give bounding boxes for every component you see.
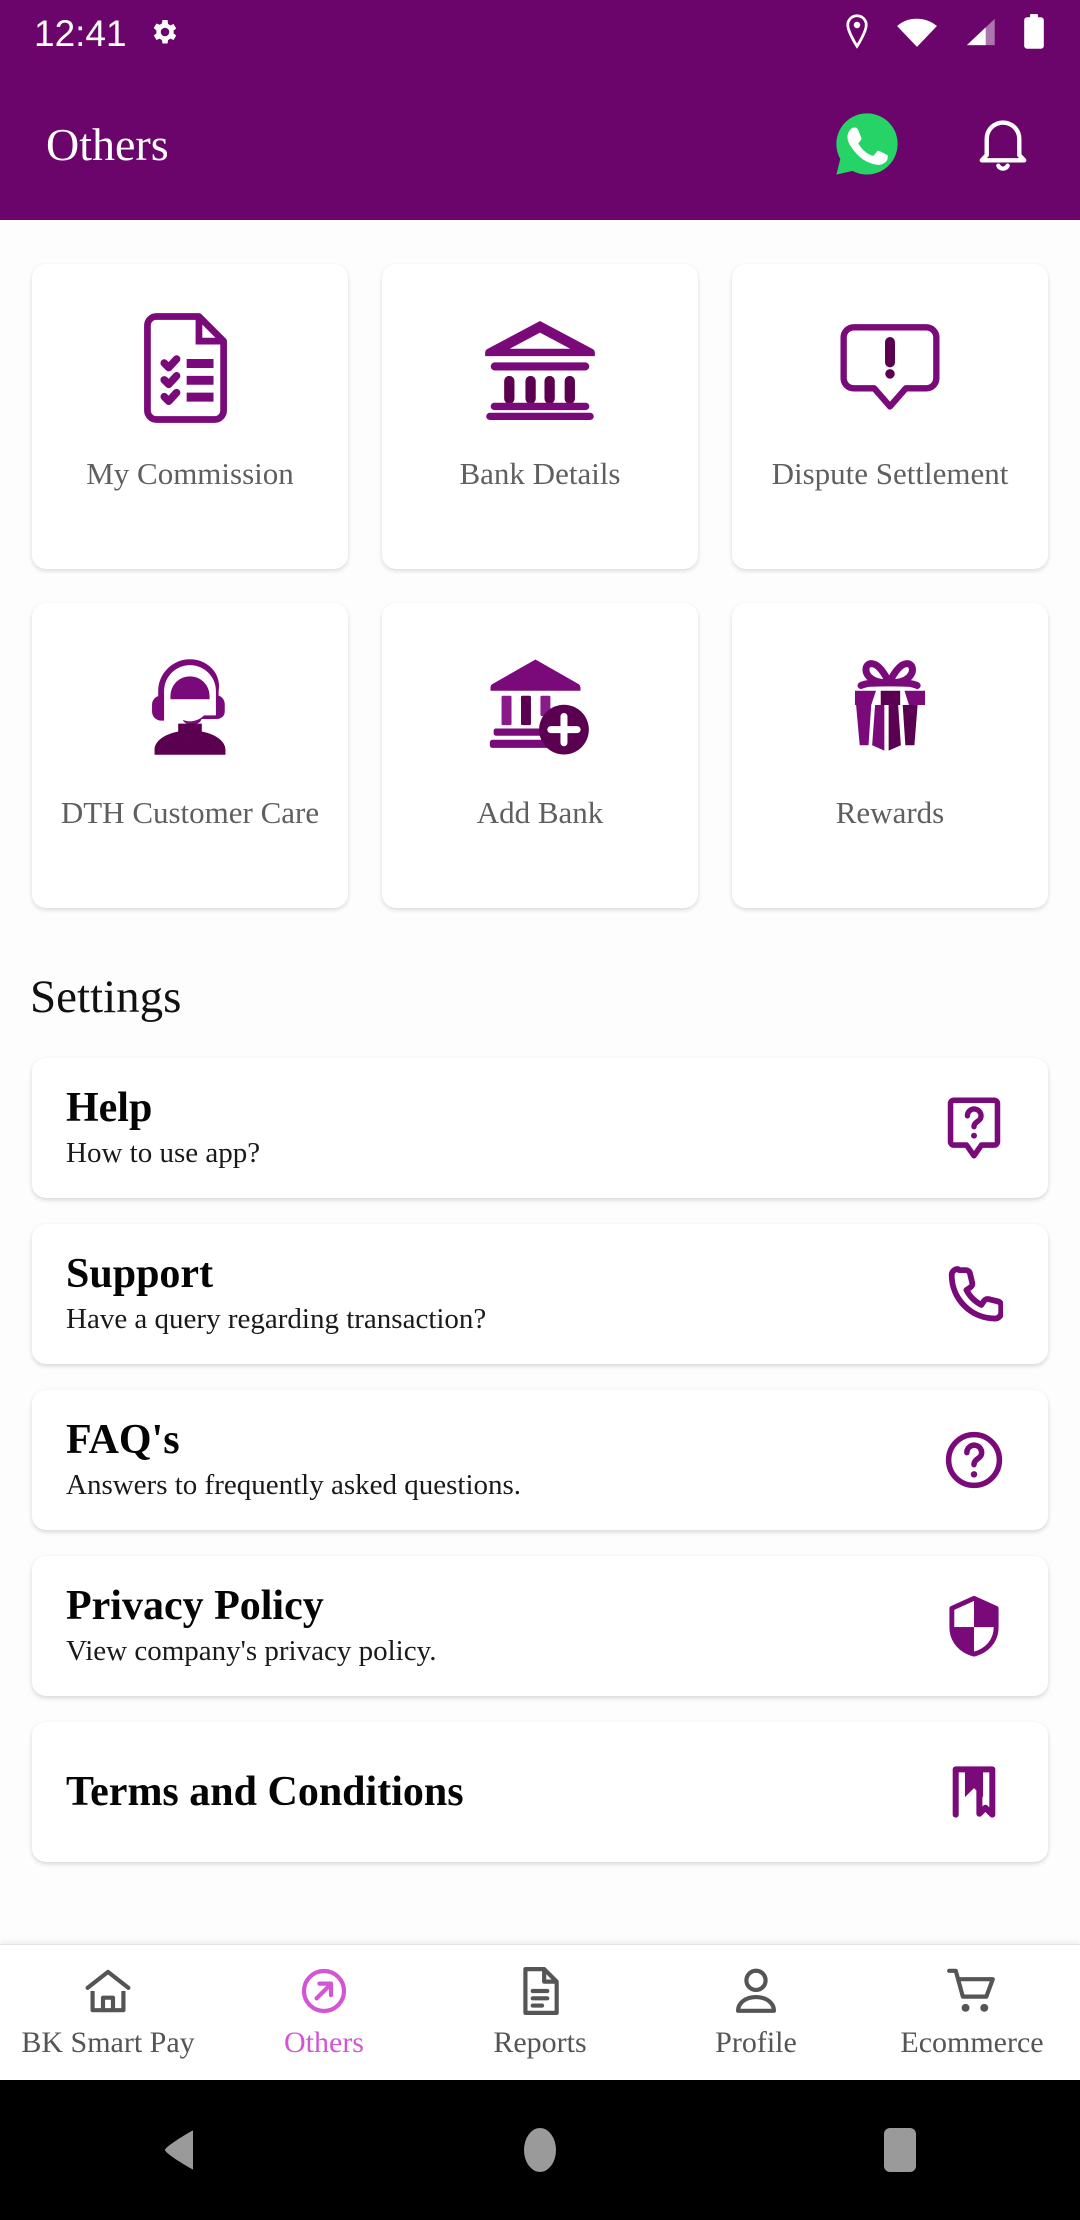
nav-label: Reports xyxy=(493,2025,587,2059)
status-clock: 12:41 xyxy=(34,13,127,54)
location-pin-icon xyxy=(842,13,872,56)
card-texts: Help How to use app? xyxy=(66,1086,260,1170)
quick-actions-grid: My Commission Bank Details Dispute Settl… xyxy=(0,220,1080,908)
bank-add-icon xyxy=(485,647,595,767)
card-texts: Terms and Conditions xyxy=(66,1770,464,1814)
gift-box-icon xyxy=(838,647,942,767)
settings-item-help[interactable]: Help How to use app? xyxy=(32,1058,1048,1198)
card-texts: FAQ's Answers to frequently asked questi… xyxy=(66,1418,521,1502)
settings-item-faqs[interactable]: FAQ's Answers to frequently asked questi… xyxy=(32,1390,1048,1530)
android-back-button[interactable] xyxy=(120,2128,240,2172)
card-title: Support xyxy=(66,1250,214,1297)
card-subtitle: Have a query regarding transaction? xyxy=(66,1303,487,1336)
settings-heading: Settings xyxy=(30,971,182,1023)
card-title: Help xyxy=(66,1084,153,1131)
phone-handset-icon xyxy=(942,1262,1006,1326)
status-bar-left: 12:41 xyxy=(34,13,181,55)
card-subtitle: View company's privacy policy. xyxy=(66,1635,437,1668)
nav-label: Ecommerce xyxy=(900,2025,1044,2059)
wifi-icon xyxy=(896,16,938,53)
nav-label: BK Smart Pay xyxy=(21,2025,195,2059)
app-bar: Others xyxy=(0,68,1080,220)
shopping-cart-icon xyxy=(946,1966,998,2016)
tile-label: Dispute Settlement xyxy=(771,456,1009,491)
card-texts: Privacy Policy View company's privacy po… xyxy=(66,1584,436,1668)
question-circle-icon xyxy=(942,1428,1006,1492)
nav-item-reports[interactable]: Reports xyxy=(432,1966,648,2060)
tile-label: Add Bank xyxy=(476,795,604,830)
battery-icon xyxy=(1022,13,1046,55)
tile-add-bank[interactable]: Add Bank xyxy=(382,603,698,908)
help-bubble-question-icon xyxy=(942,1096,1006,1160)
bank-building-icon xyxy=(484,308,596,428)
tile-dth-customer-care[interactable]: DTH Customer Care xyxy=(32,603,348,908)
cellular-signal-icon xyxy=(962,16,998,53)
gear-icon xyxy=(149,16,181,53)
tile-bank-details[interactable]: Bank Details xyxy=(382,264,698,569)
page-title: Others xyxy=(46,118,169,170)
tile-label: My Commission xyxy=(86,456,294,491)
nav-label: Profile xyxy=(715,2025,797,2059)
tile-label: DTH Customer Care xyxy=(60,795,320,830)
android-home-button[interactable] xyxy=(480,2126,600,2174)
tile-label: Bank Details xyxy=(459,456,621,491)
card-subtitle: How to use app? xyxy=(66,1137,261,1170)
tile-rewards[interactable]: Rewards xyxy=(732,603,1048,908)
android-system-navigation xyxy=(0,2080,1080,2220)
tile-label: Rewards xyxy=(835,795,945,830)
notification-bell-icon[interactable] xyxy=(972,113,1034,175)
settings-item-privacy-policy[interactable]: Privacy Policy View company's privacy po… xyxy=(32,1556,1048,1696)
app-bar-actions xyxy=(832,109,1034,179)
whatsapp-icon[interactable] xyxy=(832,109,902,179)
document-checklist-icon xyxy=(139,308,241,428)
tile-dispute-settlement[interactable]: Dispute Settlement xyxy=(732,264,1048,569)
bottom-navigation: BK Smart Pay Others Reports Profile Ecom… xyxy=(0,1944,1080,2080)
nav-item-profile[interactable]: Profile xyxy=(648,1966,864,2060)
status-bar-right xyxy=(842,13,1046,56)
bookmark-icon xyxy=(942,1760,1006,1824)
circle-arrow-icon xyxy=(300,1966,348,2016)
nav-item-others[interactable]: Others xyxy=(216,1966,432,2060)
tile-my-commission[interactable]: My Commission xyxy=(32,264,348,569)
settings-item-terms-and-conditions[interactable]: Terms and Conditions xyxy=(32,1722,1048,1862)
shield-icon xyxy=(942,1594,1006,1658)
settings-item-support[interactable]: Support Have a query regarding transacti… xyxy=(32,1224,1048,1364)
headset-agent-icon xyxy=(140,647,240,767)
document-icon xyxy=(518,1966,562,2016)
card-title: Privacy Policy xyxy=(66,1582,324,1629)
main-content: My Commission Bank Details Dispute Settl… xyxy=(0,220,1080,1944)
nav-item-bk-smart-pay[interactable]: BK Smart Pay xyxy=(0,1966,216,2060)
card-texts: Support Have a query regarding transacti… xyxy=(66,1252,486,1336)
nav-item-ecommerce[interactable]: Ecommerce xyxy=(864,1966,1080,2060)
status-bar: 12:41 xyxy=(0,0,1080,68)
card-title: FAQ's xyxy=(66,1416,180,1463)
android-recents-button[interactable] xyxy=(840,2126,960,2174)
card-title: Terms and Conditions xyxy=(66,1768,464,1815)
card-subtitle: Answers to frequently asked questions. xyxy=(66,1469,522,1502)
app-screen: 12:41 Others My Commission Bank Details … xyxy=(0,0,1080,2220)
nav-label: Others xyxy=(284,2025,364,2059)
home-icon xyxy=(83,1966,133,2016)
person-icon xyxy=(733,1966,779,2016)
speech-bubble-exclamation-icon xyxy=(838,308,942,428)
settings-list: Help How to use app? Support Have a quer… xyxy=(0,1024,1080,1862)
